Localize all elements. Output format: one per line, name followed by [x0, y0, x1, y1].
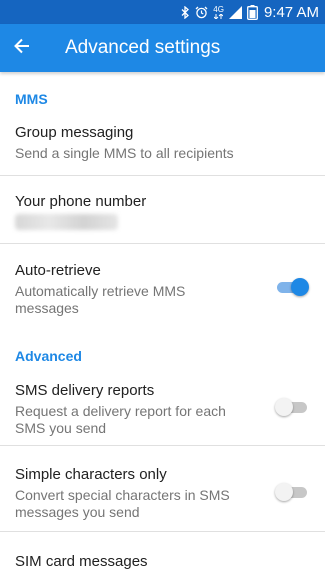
arrow-back-icon	[14, 38, 30, 59]
network-label: 4G	[213, 4, 224, 14]
delivery-reports-summary-line2: SMS you send	[15, 420, 107, 436]
group-messaging-item[interactable]: Group messaging Send a single MMS to all…	[0, 116, 325, 180]
simple-characters-summary-line2: messages you send	[15, 504, 140, 520]
bluetooth-icon	[181, 5, 190, 19]
section-header-mms: MMS	[15, 91, 48, 107]
phone-number-item[interactable]: Your phone number	[0, 176, 325, 244]
status-bar: 4G 9:47 AM	[0, 0, 325, 24]
alarm-icon	[195, 6, 208, 19]
section-header-advanced: Advanced	[15, 348, 82, 364]
delivery-reports-summary-line1: Request a delivery report for each	[15, 403, 226, 419]
toggle-thumb	[275, 398, 293, 416]
group-messaging-title: Group messaging	[15, 124, 134, 141]
delivery-reports-item[interactable]: SMS delivery reports Request a delivery …	[0, 372, 325, 452]
simple-characters-summary-line1: Convert special characters in SMS	[15, 487, 230, 503]
group-messaging-summary: Send a single MMS to all recipients	[15, 145, 234, 161]
status-time: 9:47 AM	[263, 3, 319, 21]
delivery-reports-title: SMS delivery reports	[15, 382, 155, 399]
auto-retrieve-item[interactable]: Auto-retrieve Automatically retrieve MMS…	[0, 244, 325, 324]
redacted-phone-number	[15, 214, 118, 230]
settings-list: MMS Group messaging Send a single MMS to…	[0, 72, 325, 578]
simple-characters-title: Simple characters only	[15, 466, 167, 483]
auto-retrieve-summary-line1: Automatically retrieve MMS	[15, 283, 186, 299]
simple-characters-toggle[interactable]	[275, 482, 309, 502]
network-4g-icon: 4G	[213, 4, 224, 19]
auto-retrieve-title: Auto-retrieve	[15, 262, 101, 279]
app-bar: Advanced settings	[0, 24, 325, 72]
sim-card-messages-title: SIM card messages	[15, 553, 148, 570]
signal-icon	[228, 5, 242, 19]
page-title: Advanced settings	[65, 37, 221, 58]
delivery-reports-toggle[interactable]	[275, 397, 309, 417]
simple-characters-item[interactable]: Simple characters only Convert special c…	[0, 446, 325, 532]
auto-retrieve-toggle[interactable]	[275, 277, 309, 297]
sim-card-messages-item[interactable]: SIM card messages	[0, 532, 325, 578]
battery-icon	[247, 4, 258, 20]
auto-retrieve-summary-line2: messages	[15, 300, 79, 316]
toggle-thumb	[291, 278, 309, 296]
back-button[interactable]	[0, 24, 44, 72]
toggle-thumb	[275, 483, 293, 501]
phone-number-title: Your phone number	[15, 193, 147, 210]
